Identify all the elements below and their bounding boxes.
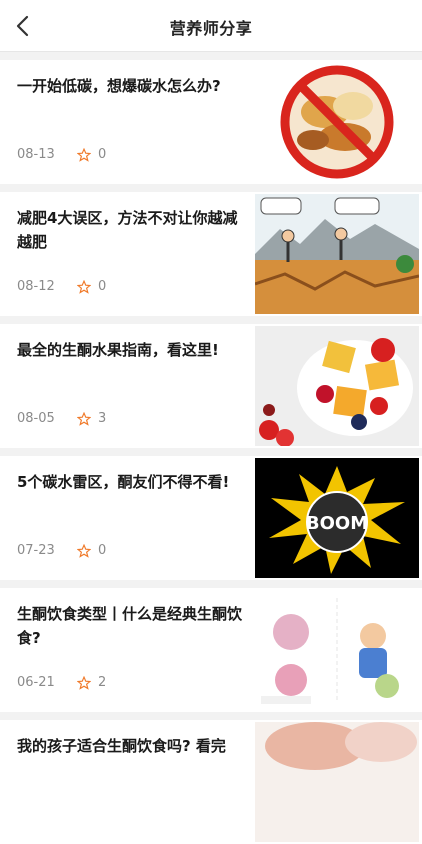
article-date: 08-13 <box>17 147 55 162</box>
star-icon[interactable] <box>77 279 91 294</box>
top-nav-bar: 营养师分享 <box>0 0 422 52</box>
star-count: 0 <box>98 279 107 294</box>
article-card[interactable]: 减肥4大误区，方法不对让你越减越肥 08-12 0 <box>0 192 422 316</box>
star-count: 0 <box>98 147 107 162</box>
article-meta: 07-23 0 <box>17 543 106 558</box>
page-title: 营养师分享 <box>169 19 253 38</box>
article-title: 我的孩子适合生酮饮食吗? 看完 <box>17 737 226 755</box>
boom-text: BOOM <box>306 513 368 534</box>
article-meta: 08-12 0 <box>17 279 106 294</box>
star-count: 3 <box>98 411 107 426</box>
article-title: 生酮饮食类型丨什么是经典生酮饮食? <box>17 605 243 647</box>
star-count: 2 <box>98 675 107 690</box>
article-card[interactable]: 我的孩子适合生酮饮食吗? 看完 <box>0 720 422 844</box>
article-card[interactable]: 一开始低碳，想爆碳水怎么办? 08-13 0 <box>0 60 422 184</box>
article-card[interactable]: 最全的生酮水果指南，看这里! 08-05 3 <box>0 324 422 448</box>
star-icon[interactable] <box>77 675 91 690</box>
article-thumbnail[interactable] <box>255 590 419 710</box>
article-thumbnail[interactable] <box>255 722 419 842</box>
article-thumbnail[interactable] <box>255 326 419 446</box>
article-title: 一开始低碳，想爆碳水怎么办? <box>17 77 221 95</box>
star-icon[interactable] <box>77 147 91 162</box>
star-icon[interactable] <box>77 411 91 426</box>
article-date: 08-12 <box>17 279 55 294</box>
article-title: 减肥4大误区，方法不对让你越减越肥 <box>17 209 238 251</box>
article-title: 最全的生酮水果指南，看这里! <box>17 341 219 359</box>
article-meta: 06-21 2 <box>17 675 106 690</box>
article-date: 06-21 <box>17 675 55 690</box>
article-thumbnail[interactable]: BOOM <box>255 458 419 578</box>
article-date: 08-05 <box>17 411 55 426</box>
article-date: 07-23 <box>17 543 55 558</box>
article-title: 5个碳水雷区，酮友们不得不看! <box>17 473 230 491</box>
article-meta: 08-13 0 <box>17 147 106 162</box>
article-meta: 08-05 3 <box>17 411 106 426</box>
article-card[interactable]: 5个碳水雷区，酮友们不得不看! 07-23 0 BOOM <box>0 456 422 580</box>
article-thumbnail[interactable] <box>255 194 419 314</box>
star-count: 0 <box>98 543 107 558</box>
article-card[interactable]: 生酮饮食类型丨什么是经典生酮饮食? 06-21 2 <box>0 588 422 712</box>
article-thumbnail[interactable] <box>255 62 419 182</box>
star-icon[interactable] <box>77 543 91 558</box>
